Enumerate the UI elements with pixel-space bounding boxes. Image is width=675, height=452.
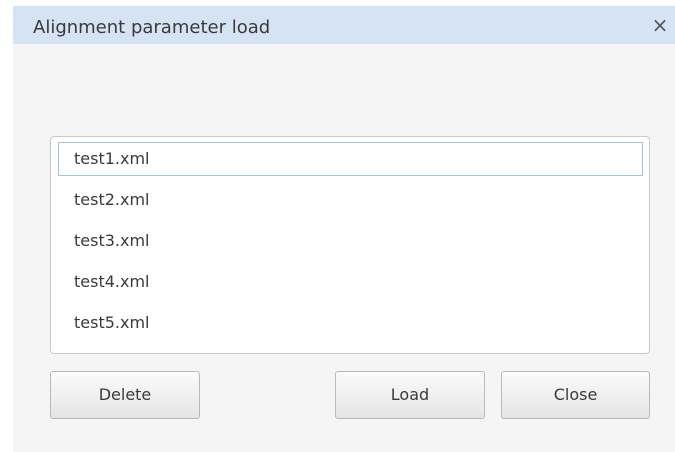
dialog-title: Alignment parameter load (33, 17, 271, 38)
dialog-titlebar: Alignment parameter load × (13, 6, 675, 44)
file-list[interactable]: test1.xml test2.xml test3.xml test4.xml … (50, 136, 650, 354)
close-icon[interactable]: × (649, 13, 671, 37)
file-list-item-test2[interactable]: test2.xml (58, 183, 643, 217)
file-list-item-test5[interactable]: test5.xml (58, 306, 643, 340)
delete-button[interactable]: Delete (50, 371, 200, 419)
file-list-item-test1[interactable]: test1.xml (58, 142, 643, 176)
alignment-parameter-load-dialog: Alignment parameter load × test1.xml tes… (13, 6, 675, 452)
file-list-item-test4[interactable]: test4.xml (58, 265, 643, 299)
file-list-item-test3[interactable]: test3.xml (58, 224, 643, 258)
load-button[interactable]: Load (335, 371, 485, 419)
close-button[interactable]: Close (501, 371, 650, 419)
